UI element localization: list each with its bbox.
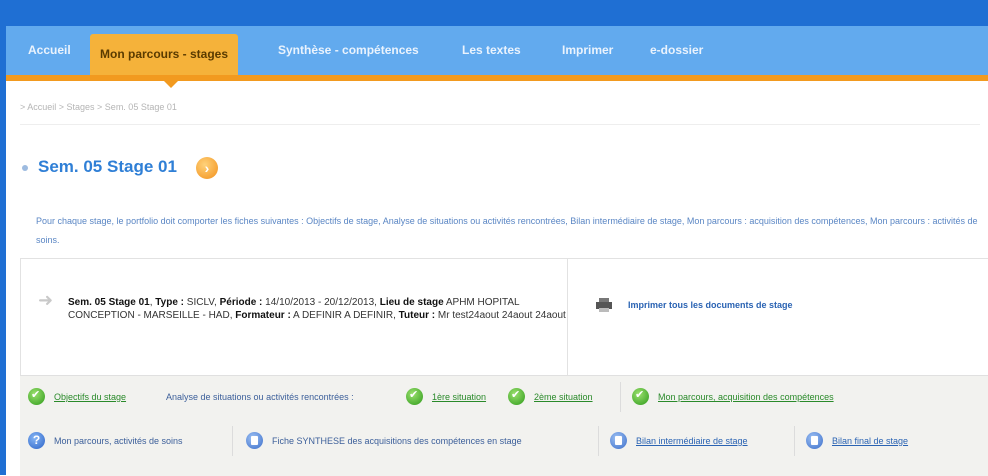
situation1-link[interactable]: 1ère situation	[432, 392, 486, 402]
print-all-link[interactable]: Imprimer tous les documents de stage	[628, 300, 793, 310]
synthese-link[interactable]: Fiche SYNTHESE des acquisitions des comp…	[272, 436, 522, 446]
bilan-final-link[interactable]: Bilan final de stage	[832, 436, 908, 446]
activites-link[interactable]: Mon parcours, activités de soins	[54, 436, 183, 446]
expand-arrow-icon[interactable]: ›	[196, 157, 218, 179]
nav-les-textes[interactable]: Les textes	[462, 26, 521, 75]
formateur-value: A DEFINIR A DEFINIR,	[293, 310, 396, 321]
tuteur-label: Tuteur :	[398, 310, 436, 321]
tuteur-value: Mr test24aout 24aout 24aout	[437, 310, 566, 321]
nav-mon-parcours-stages[interactable]: Mon parcours - stages	[90, 34, 239, 75]
check-icon	[508, 388, 525, 405]
objectifs-link[interactable]: Objectifs du stage	[54, 392, 126, 402]
action-row: ? Mon parcours, activités de soins Fiche…	[20, 420, 988, 460]
document-icon	[246, 432, 263, 449]
bilan-intermediaire-link[interactable]: Bilan intermédiaire de stage	[636, 436, 748, 446]
separator	[598, 426, 599, 456]
arrow-right-icon: ➜	[38, 290, 54, 310]
nav-accueil[interactable]: Accueil	[28, 26, 71, 75]
stage-details: Sem. 05 Stage 01, Type : SICLV, Période …	[68, 297, 566, 321]
check-icon	[632, 388, 649, 405]
nav-imprimer[interactable]: Imprimer	[562, 26, 613, 75]
active-tab-pointer	[164, 81, 178, 88]
type-value: SICLV,	[186, 297, 217, 308]
nav-synthese-competences[interactable]: Synthèse - compétences	[278, 26, 419, 75]
divider	[20, 124, 980, 125]
page-title: Sem. 05 Stage 01	[38, 157, 177, 176]
separator	[232, 426, 233, 456]
separator	[620, 382, 621, 412]
stage-name: Sem. 05 Stage 01	[68, 297, 150, 308]
document-icon	[806, 432, 823, 449]
top-strip	[6, 0, 988, 26]
document-icon	[610, 432, 627, 449]
nav-underline	[6, 75, 988, 81]
periode-label: Période :	[219, 297, 263, 308]
analyse-label: Analyse de situations ou activités renco…	[166, 392, 354, 402]
action-panel: Objectifs du stage Analyse de situations…	[20, 375, 988, 476]
intro-text: Pour chaque stage, le portfolio doit com…	[36, 216, 978, 245]
printer-icon[interactable]	[596, 298, 612, 312]
periode-value: 14/10/2013 - 20/12/2013,	[265, 297, 377, 308]
breadcrumb[interactable]: > Accueil > Stages > Sem. 05 Stage 01	[20, 102, 177, 112]
question-icon: ?	[28, 432, 45, 449]
main-nav: Accueil Mon parcours - stages Synthèse -…	[6, 26, 988, 75]
acquisition-link[interactable]: Mon parcours, acquisition des compétence…	[658, 392, 834, 402]
action-row: Objectifs du stage Analyse de situations…	[20, 376, 988, 416]
type-label: Type :	[155, 297, 184, 308]
check-icon	[28, 388, 45, 405]
formateur-label: Formateur :	[235, 310, 291, 321]
check-icon	[406, 388, 423, 405]
lieu-label: Lieu de stage	[379, 297, 444, 308]
nav-e-dossier[interactable]: e-dossier	[650, 26, 703, 75]
bullet-icon	[22, 165, 28, 171]
situation2-link[interactable]: 2ème situation	[534, 392, 593, 402]
separator	[794, 426, 795, 456]
